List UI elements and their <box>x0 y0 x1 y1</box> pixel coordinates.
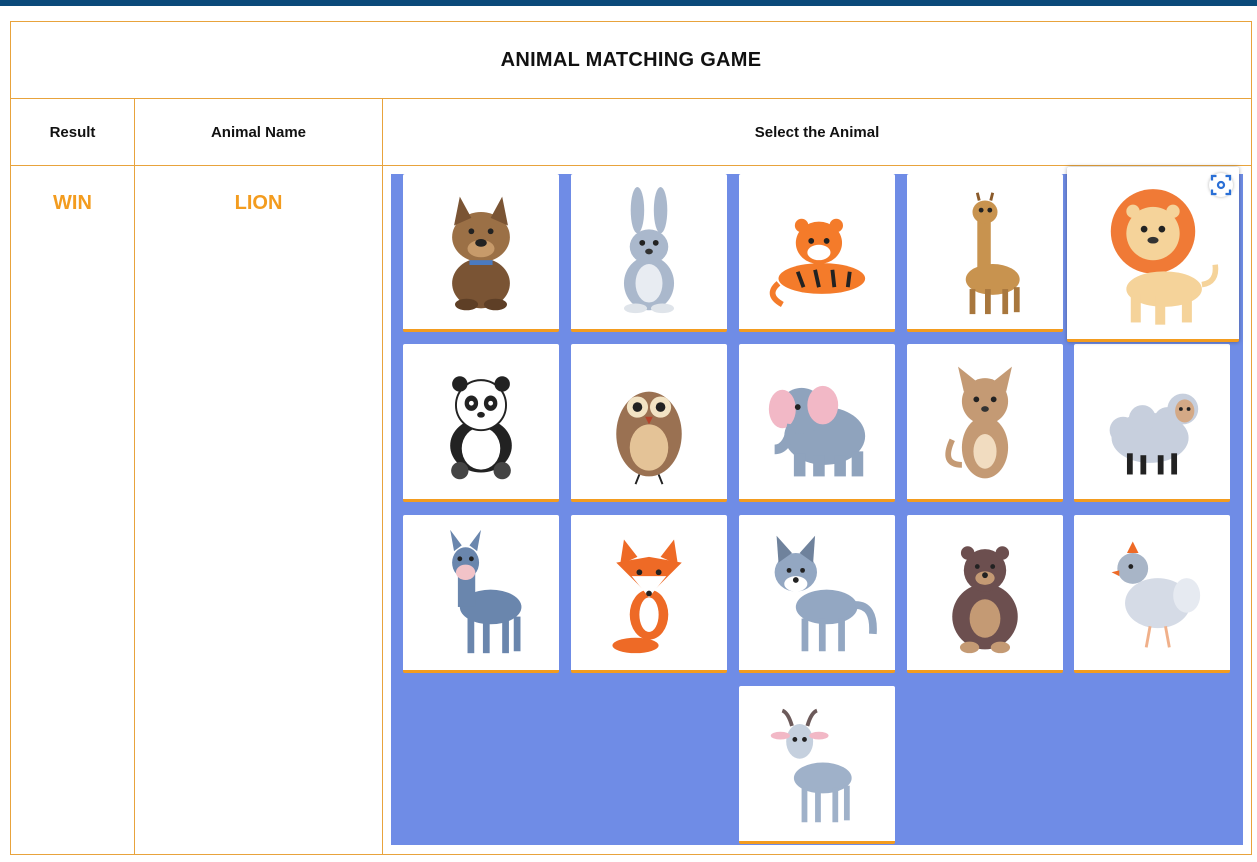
panda-illustration <box>450 375 512 479</box>
animal-card-elephant[interactable] <box>739 344 895 502</box>
sheep-illustration <box>1109 393 1199 474</box>
animal-card-tiger[interactable] <box>739 174 895 332</box>
bear-illustration <box>952 545 1018 653</box>
animal-card-rabbit[interactable] <box>571 174 727 332</box>
top-bar <box>0 0 1257 6</box>
select-column: Select the Animal <box>383 99 1251 854</box>
result-header: Result <box>11 99 134 166</box>
animal-card-dog[interactable] <box>403 174 559 332</box>
owl-illustration <box>616 391 682 484</box>
animal-name-header: Animal Name <box>135 99 382 166</box>
animal-card-sheep[interactable] <box>1074 344 1230 502</box>
wolf-illustration <box>774 535 877 651</box>
result-value: WIN <box>53 192 92 214</box>
chicken-illustration <box>1111 540 1201 648</box>
animal-card-cat[interactable] <box>907 344 1063 502</box>
fox-illustration <box>612 539 682 653</box>
tiger-illustration <box>769 218 866 307</box>
result-column: Result WIN <box>11 99 135 854</box>
zoom-scan-icon[interactable] <box>1209 173 1233 197</box>
page-title: ANIMAL MATCHING GAME <box>11 22 1251 99</box>
animal-card-donkey[interactable] <box>403 515 559 673</box>
donkey-illustration <box>450 529 522 653</box>
goat-illustration <box>770 708 852 822</box>
lion-illustration <box>1110 189 1219 325</box>
game-board: ANIMAL MATCHING GAME Result WIN Animal N… <box>10 21 1252 855</box>
rabbit-illustration <box>623 186 675 313</box>
dog-illustration <box>452 196 510 310</box>
cat-illustration <box>945 366 1012 478</box>
animal-card-lion[interactable] <box>1067 167 1239 342</box>
animal-card-owl[interactable] <box>571 344 727 502</box>
animal-card-chicken[interactable] <box>1074 515 1230 673</box>
animal-card-bear[interactable] <box>907 515 1063 673</box>
animal-card-wolf[interactable] <box>739 515 895 673</box>
animal-name-value: LION <box>234 192 283 214</box>
animal-card-giraffe[interactable] <box>907 174 1063 332</box>
select-header: Select the Animal <box>383 99 1251 166</box>
animal-card-fox[interactable] <box>571 515 727 673</box>
animal-grid <box>391 167 1243 845</box>
giraffe-illustration <box>965 191 1020 314</box>
animal-card-panda[interactable] <box>403 344 559 502</box>
animal-card-goat[interactable] <box>739 686 895 844</box>
elephant-illustration <box>768 385 866 476</box>
animal-name-column: Animal Name LION <box>135 99 383 854</box>
